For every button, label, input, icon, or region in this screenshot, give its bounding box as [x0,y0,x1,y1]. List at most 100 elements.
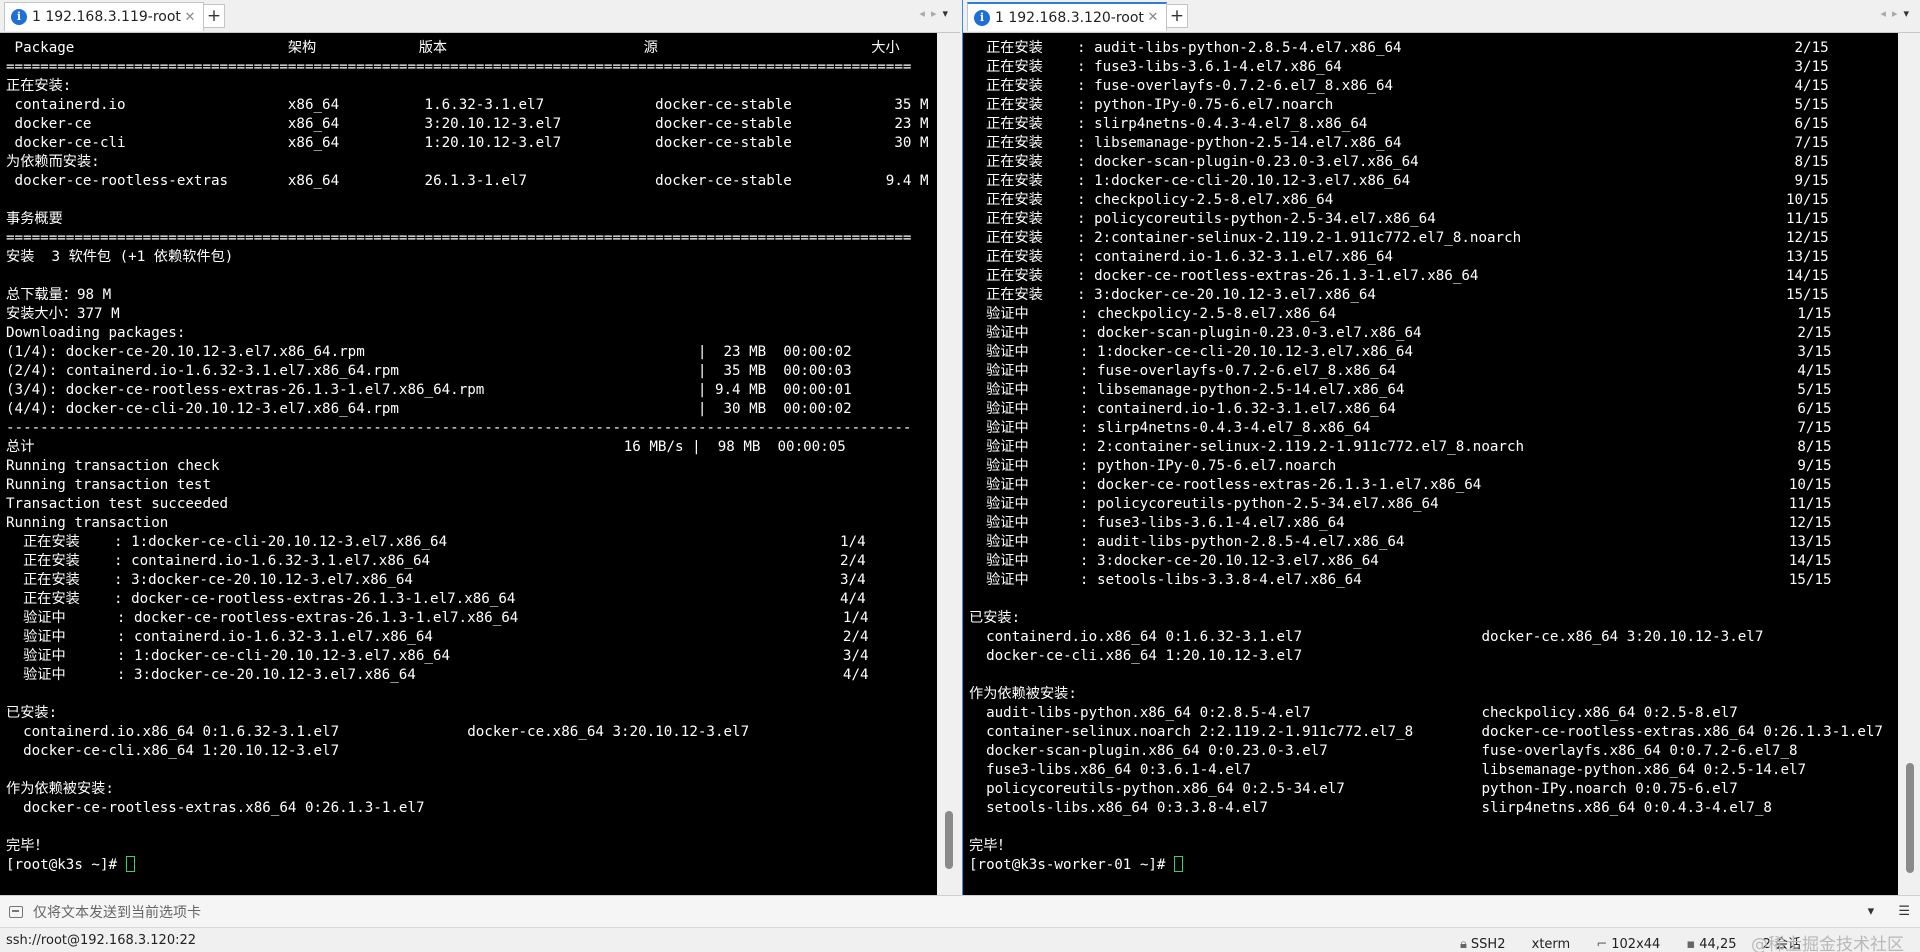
protocol-label: SSH2 [1470,937,1506,952]
terminal-line: 验证中 : 3:docker-ce-20.10.12-3.el7.x86_64 … [6,667,869,683]
terminal-output-left[interactable]: Package 架构 版本 源 大小 ======================… [0,33,937,895]
terminal-line: 正在安装 : policycoreutils-python-2.5-34.el7… [969,211,1829,227]
terminal-line: 正在安装 : docker-ce-rootless-extras-26.1.3-… [6,591,866,607]
terminal-line: ----------------------------------------… [6,420,912,436]
tab-192-168-3-120[interactable]: i 1 192.168.3.120-root ✕ [967,2,1167,31]
terminal-line: 验证中 : python-IPy-0.75-6.el7.noarch 9/15 [969,458,1832,474]
cursor-pos-icon: ▪ [1686,937,1696,952]
terminal-line: 正在安装 : libsemanage-python-2.5-14.el7.x86… [969,135,1829,151]
shell-prompt: [root@k3s ~]# [6,856,937,875]
terminal-line: 验证中 : docker-scan-plugin-0.23.0-3.el7.x8… [969,325,1832,341]
plus-icon: + [1169,6,1185,26]
terminal-line: 正在安装 : docker-ce-rootless-extras-26.1.3-… [969,268,1829,284]
terminal-line: 作为依赖被安装: [969,686,1077,702]
terminal-line: 正在安装 : fuse-overlayfs-0.7.2-6.el7_8.x86_… [969,78,1829,94]
send-text-placeholder: 仅将文本发送到当前选项卡 [33,905,201,921]
hamburger-icon[interactable]: ☰ [1898,904,1910,919]
terminal-output-right[interactable]: 正在安装 : audit-libs-python-2.8.5-4.el7.x86… [963,33,1898,895]
terminal-line: docker-ce-cli.x86_64 1:20.10.12-3.el7 [6,743,340,759]
terminal-line: docker-ce-cli.x86_64 1:20.10.12-3.el7 [969,648,1303,664]
terminal-line: docker-ce-rootless-extras x86_64 26.1.3-… [6,173,929,189]
right-session-pane: i 1 192.168.3.120-root ✕ + ◂▸▾ 正在安装 : au… [962,0,1920,895]
terminal-line: docker-scan-plugin.x86_64 0:0.23.0-3.el7… [969,743,1798,759]
watermark: @稀土掘金技术社区 [1751,935,1904,952]
terminal-line: 正在安装 : checkpolicy-2.5-8.el7.x86_64 10/1… [969,192,1829,208]
terminal-line: 验证中 : fuse-overlayfs-0.7.2-6.el7_8.x86_6… [969,363,1832,379]
terminal-line: 正在安装 : 1:docker-ce-cli-20.10.12-3.el7.x8… [969,173,1829,189]
info-icon: i [974,9,990,26]
terminal-line: 验证中 : docker-ce-rootless-extras-26.1.3-1… [6,610,869,626]
terminal-line: Running transaction check [6,458,220,474]
terminal-line: 为依赖而安装: [6,154,100,170]
terminal-line: 完毕！ [6,838,49,854]
term-type: xterm [1531,937,1571,952]
terminal-cursor [125,856,135,872]
terminal-line: 验证中 : 1:docker-ce-cli-20.10.12-3.el7.x86… [969,344,1832,360]
terminal-line: containerd.io.x86_64 0:1.6.32-3.1.el7 do… [969,629,1764,645]
terminal-line: Package 架构 版本 源 大小 [6,40,900,56]
tab-192-168-3-119[interactable]: i 1 192.168.3.119-root ✕ [4,2,204,31]
terminal-line: docker-ce-cli x86_64 1:20.10.12-3.el7 do… [6,135,929,151]
terminal-line: Running transaction test [6,477,211,493]
right-tab-bar: i 1 192.168.3.120-root ✕ + ◂▸▾ [963,0,1920,33]
scroll-thumb[interactable] [1906,763,1914,873]
terminal-line: Transaction test succeeded [6,496,229,512]
terminal-line: 完毕！ [969,838,1012,854]
shell-prompt: [root@k3s-worker-01 ~]# [969,856,1898,875]
terminal-line: setools-libs.x86_64 0:3.3.8-4.el7 slirp4… [969,800,1772,816]
scrollbar-left[interactable] [938,33,960,895]
send-text-icon [9,906,23,918]
terminal-line: (3/4): docker-ce-rootless-extras-26.1.3-… [6,382,852,398]
terminal-line: 已安装: [6,705,58,721]
close-icon[interactable]: ✕ [1144,10,1162,25]
tab-nav-arrows[interactable]: ◂▸▾ [1880,7,1915,20]
terminal-line: 正在安装 : python-IPy-0.75-6.el7.noarch 5/15 [969,97,1829,113]
terminal-line: 验证中 : docker-ce-rootless-extras-26.1.3-1… [969,477,1832,493]
size-icon: ⌐ [1596,937,1608,952]
close-icon[interactable]: ✕ [181,10,199,25]
app-window: i 1 192.168.3.119-root ✕ + ◂▸▾ Package 架… [0,0,1920,952]
new-tab-button[interactable]: + [1166,4,1188,28]
terminal-line: docker-ce x86_64 3:20.10.12-3.el7 docker… [6,116,929,132]
terminal-line: 正在安装 : audit-libs-python-2.8.5-4.el7.x86… [969,40,1829,56]
terminal-line: Downloading packages: [6,325,186,341]
terminal-line: 正在安装 : 1:docker-ce-cli-20.10.12-3.el7.x8… [6,534,866,550]
scroll-thumb[interactable] [945,811,953,869]
terminal-line: containerd.io x86_64 1.6.32-3.1.el7 dock… [6,97,929,113]
send-text-bar[interactable]: 仅将文本发送到当前选项卡 ▾ ☰ [0,895,1920,928]
terminal-line: 正在安装 : 3:docker-ce-20.10.12-3.el7.x86_64… [6,572,866,588]
plus-icon: + [206,6,222,26]
connection-string: ssh://root@192.168.3.120:22 [6,933,197,948]
terminal-line: ========================================… [6,59,912,75]
dropdown-icon[interactable]: ▾ [1868,904,1875,919]
terminal-line: 作为依赖被安装: [6,781,114,797]
terminal-line: 正在安装 : 3:docker-ce-20.10.12-3.el7.x86_64… [969,287,1829,303]
scrollbar-right[interactable] [1899,33,1920,895]
terminal-line: 验证中 : 2:container-selinux-2.119.2-1.911c… [969,439,1832,455]
terminal-line: docker-ce-rootless-extras.x86_64 0:26.1.… [6,800,425,816]
tab-label: 1 192.168.3.120-root [995,9,1144,26]
terminal-line: (2/4): containerd.io-1.6.32-3.1.el7.x86_… [6,363,852,379]
terminal-line: Running transaction [6,515,169,531]
terminal-line: 验证中 : libsemanage-python-2.5-14.el7.x86_… [969,382,1832,398]
terminal-line: 总计 16 MB/s | 98 MB 00:00:05 [6,439,846,455]
terminal-line: audit-libs-python.x86_64 0:2.8.5-4.el7 c… [969,705,1738,721]
terminal-line: 安装 3 软件包 (+1 依赖软件包) [6,249,234,265]
terminal-line: 验证中 : checkpolicy-2.5-8.el7.x86_64 1/15 [969,306,1832,322]
terminal-line: 正在安装 : slirp4netns-0.4.3-4.el7_8.x86_64 … [969,116,1829,132]
terminal-line: 安装大小：377 M [6,306,120,322]
terminal-line: 验证中 : setools-libs-3.3.8-4.el7.x86_64 15… [969,572,1832,588]
terminal-line: fuse3-libs.x86_64 0:3.6.1-4.el7 libseman… [969,762,1807,778]
terminal-line: 验证中 : fuse3-libs-3.6.1-4.el7.x86_64 12/1… [969,515,1832,531]
terminal-line: 正在安装 : containerd.io-1.6.32-3.1.el7.x86_… [6,553,866,569]
terminal-line: 验证中 : slirp4netns-0.4.3-4.el7_8.x86_64 7… [969,420,1832,436]
terminal-line: containerd.io.x86_64 0:1.6.32-3.1.el7 do… [6,724,750,740]
tab-nav-arrows[interactable]: ◂▸▾ [919,7,954,20]
lock-icon: 🔒︎ [1460,937,1467,952]
new-tab-button[interactable]: + [203,4,225,28]
